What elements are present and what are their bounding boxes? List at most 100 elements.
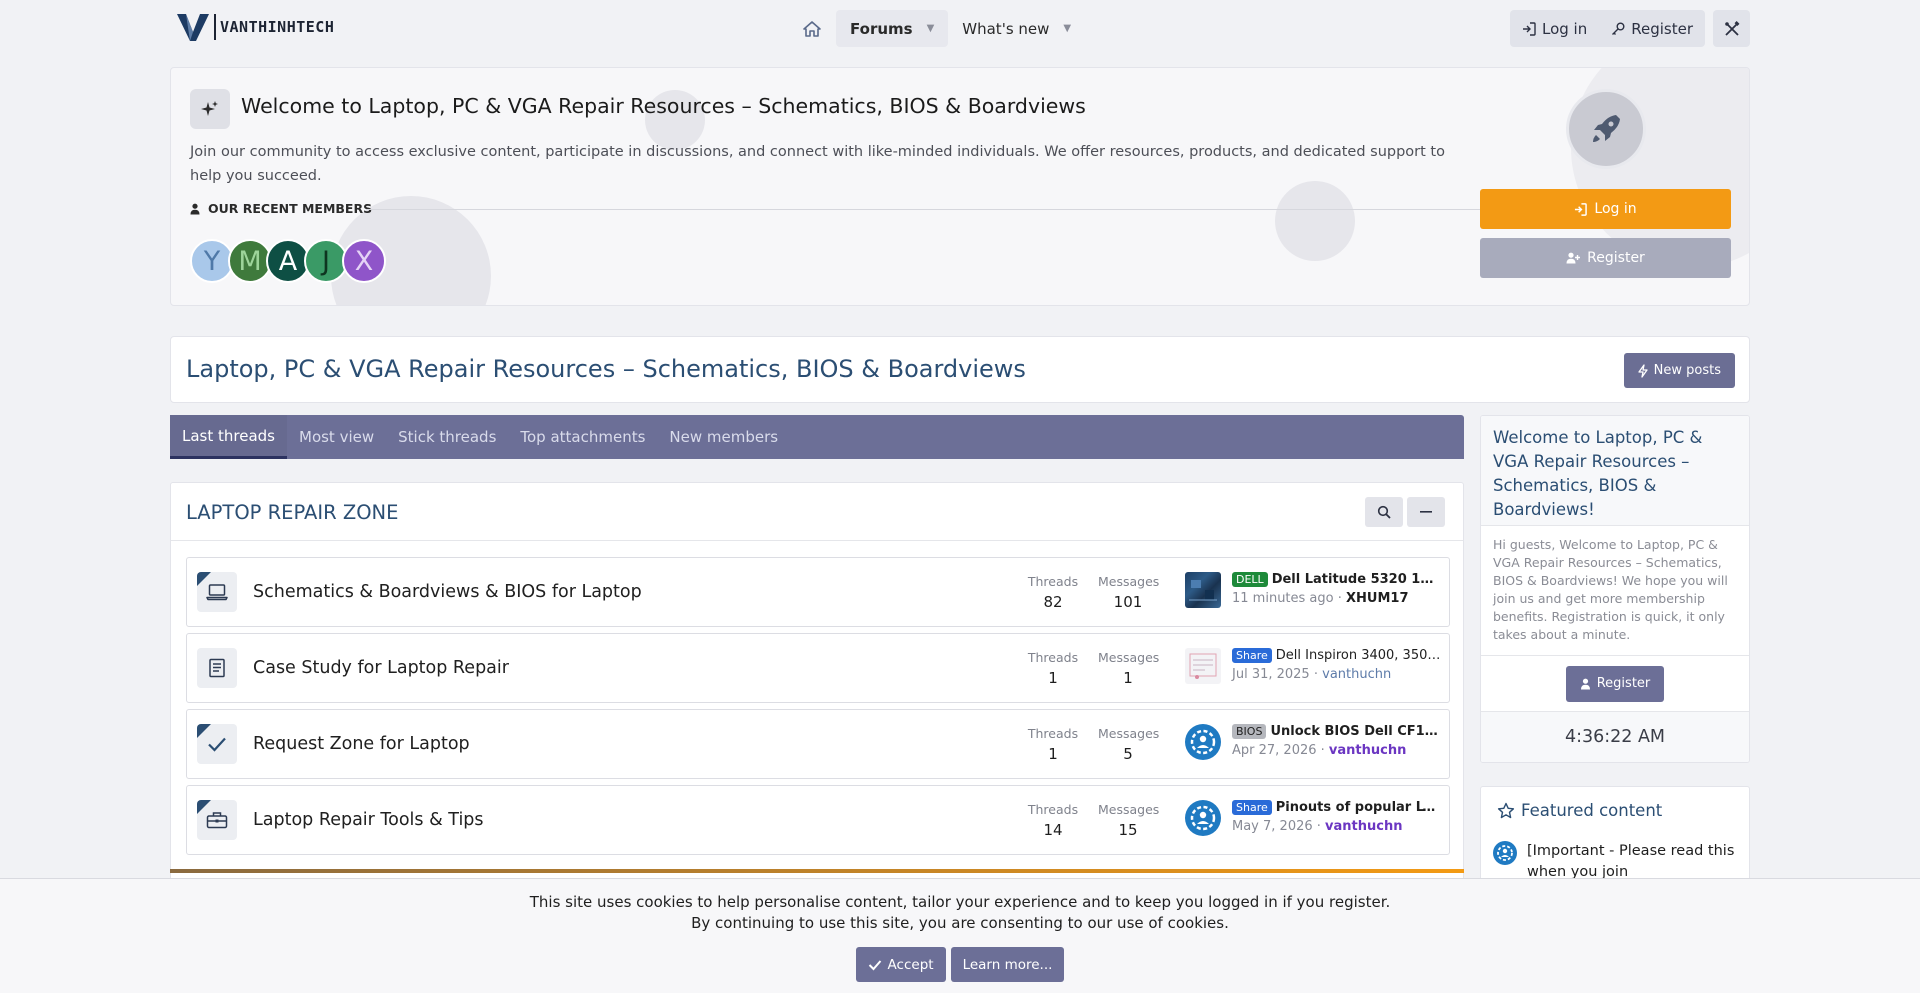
category-collapse-button[interactable] bbox=[1407, 497, 1445, 527]
laptop-icon bbox=[197, 572, 237, 612]
welcome-description: Join our community to access exclusive c… bbox=[190, 144, 1445, 184]
chevron-down-icon[interactable]: ▼ bbox=[1063, 23, 1071, 34]
category-actions bbox=[1365, 497, 1445, 527]
tab-stick-threads[interactable]: Stick threads bbox=[386, 415, 508, 459]
node-messages-stat: Messages 15 bbox=[1098, 802, 1160, 839]
forum-node[interactable]: Case Study for Laptop Repair Threads 1 M… bbox=[186, 633, 1450, 703]
learn-more-button[interactable]: Learn more... bbox=[950, 947, 1065, 982]
node-threads-stat: Threads 1 bbox=[1027, 726, 1079, 763]
page-title-bar: Laptop, PC & VGA Repair Resources – Sche… bbox=[170, 336, 1750, 403]
nav-whats-new-label: What's new bbox=[962, 19, 1050, 38]
banner-register-label: Register bbox=[1587, 250, 1645, 266]
latest-user-link[interactable]: vanthuchn bbox=[1325, 819, 1402, 834]
home-nav-link[interactable] bbox=[796, 10, 828, 47]
featured-heading[interactable]: Featured content bbox=[1481, 787, 1749, 820]
tools-icon bbox=[1724, 20, 1739, 36]
tab-most-view[interactable]: Most view bbox=[287, 415, 386, 459]
latest-thread-link[interactable]: BIOSUnlock BIOS Dell CF1B s... bbox=[1232, 724, 1442, 739]
cookie-notice-text: This site uses cookies to help personali… bbox=[0, 892, 1920, 934]
sidebar-welcome-text: Hi guests, Welcome to Laptop, PC & VGA R… bbox=[1481, 526, 1749, 656]
node-title[interactable]: Schematics & Boardviews & BIOS for Lapto… bbox=[253, 582, 642, 602]
node-threads-stat: Threads 14 bbox=[1027, 802, 1079, 839]
forum-category: LAPTOP REPAIR ZONE Schematics & Boardvie… bbox=[170, 482, 1464, 902]
prefix-badge: Share bbox=[1232, 800, 1272, 815]
divider bbox=[366, 209, 1480, 210]
sidebar-welcome-widget: Welcome to Laptop, PC & VGA Repair Resou… bbox=[1480, 415, 1750, 763]
page-title: Laptop, PC & VGA Repair Resources – Sche… bbox=[186, 355, 1026, 383]
forum-node[interactable]: Request Zone for Laptop Threads 1 Messag… bbox=[186, 709, 1450, 779]
latest-thread-link[interactable]: Share Pinouts of popular LVD... bbox=[1232, 800, 1442, 815]
sidebar-register-row: Register bbox=[1481, 656, 1749, 712]
welcome-title: Welcome to Laptop, PC & VGA Repair Resou… bbox=[241, 94, 1086, 118]
node-threads-stat: Threads 1 bbox=[1027, 650, 1079, 687]
category-title[interactable]: LAPTOP REPAIR ZONE bbox=[186, 501, 398, 524]
latest-thread-meta: 11 minutes ago · XHUM17 bbox=[1232, 591, 1409, 606]
header-account-area: Log in Register bbox=[1510, 10, 1750, 47]
latest-thread-link[interactable]: Share Dell Inspiron 3400, 3500 ... bbox=[1232, 648, 1442, 663]
latest-thread-link[interactable]: DELLDell Latitude 5320 19817... bbox=[1232, 572, 1442, 587]
user-avatar-thumb[interactable] bbox=[1185, 800, 1221, 836]
tab-last-threads[interactable]: Last threads bbox=[170, 415, 287, 459]
node-title[interactable]: Case Study for Laptop Repair bbox=[253, 658, 509, 678]
latest-user-link[interactable]: vanthuchn bbox=[1322, 667, 1391, 682]
user-icon bbox=[190, 203, 200, 214]
style-tools-button[interactable] bbox=[1713, 10, 1750, 47]
node-messages-stat: Messages 1 bbox=[1098, 650, 1160, 687]
cookie-notice: This site uses cookies to help personali… bbox=[0, 878, 1920, 993]
thread-thumbnail[interactable] bbox=[1185, 572, 1221, 608]
forum-node[interactable]: Laptop Repair Tools & Tips Threads 14 Me… bbox=[186, 785, 1450, 855]
banner-login-label: Log in bbox=[1594, 201, 1637, 217]
cookie-line-2: By continuing to use this site, you are … bbox=[691, 914, 1229, 932]
header-register-label: Register bbox=[1631, 19, 1693, 38]
home-icon bbox=[803, 20, 821, 37]
latest-thread-meta: Apr 27, 2026 · vanthuchn bbox=[1232, 743, 1407, 758]
header-register-button[interactable]: Register bbox=[1599, 10, 1705, 47]
avatar[interactable]: X bbox=[342, 239, 386, 283]
sign-in-icon bbox=[1575, 202, 1588, 216]
nav-tab-forums[interactable]: Forums ▼ bbox=[836, 10, 949, 47]
minus-icon bbox=[1420, 511, 1432, 513]
logo-mark-icon bbox=[177, 14, 209, 41]
node-title[interactable]: Request Zone for Laptop bbox=[253, 734, 470, 754]
node-threads-stat: Threads 82 bbox=[1027, 574, 1079, 611]
learn-more-label: Learn more... bbox=[962, 956, 1053, 973]
book-icon bbox=[197, 648, 237, 688]
key-icon bbox=[1612, 22, 1625, 35]
thread-tabs: Last threads Most view Stick threads Top… bbox=[170, 415, 1464, 459]
latest-user-link[interactable]: vanthuchn bbox=[1329, 743, 1406, 758]
featured-item[interactable]: [Important - Please read this when you j… bbox=[1493, 841, 1747, 883]
prefix-badge: DELL bbox=[1232, 572, 1268, 587]
header-login-button[interactable]: Log in bbox=[1510, 10, 1599, 47]
bolt-icon bbox=[1638, 363, 1648, 378]
banner-register-button[interactable]: Register bbox=[1480, 238, 1731, 278]
nav-forums-label: Forums bbox=[850, 19, 913, 38]
site-logo[interactable]: VANTHINHTECH bbox=[176, 12, 334, 42]
new-posts-label: New posts bbox=[1653, 363, 1721, 378]
node-title[interactable]: Laptop Repair Tools & Tips bbox=[253, 810, 484, 830]
header-login-label: Log in bbox=[1542, 19, 1588, 38]
new-posts-button[interactable]: New posts bbox=[1623, 353, 1735, 388]
accept-cookies-button[interactable]: Accept bbox=[855, 947, 946, 982]
sidebar-register-button[interactable]: Register bbox=[1565, 665, 1665, 702]
category-search-button[interactable] bbox=[1365, 497, 1403, 527]
latest-thread-meta: Jul 31, 2025 · vanthuchn bbox=[1232, 667, 1392, 682]
forum-node[interactable]: Schematics & Boardviews & BIOS for Lapto… bbox=[186, 557, 1450, 627]
auth-buttons: Log in Register bbox=[1510, 10, 1705, 47]
banner-login-button[interactable]: Log in bbox=[1480, 189, 1731, 229]
main-nav: Forums ▼ What's new ▼ bbox=[796, 10, 1085, 47]
chevron-down-icon[interactable]: ▼ bbox=[927, 23, 935, 34]
tab-top-attachments[interactable]: Top attachments bbox=[508, 415, 657, 459]
rocket-icon bbox=[1566, 89, 1646, 169]
latest-user-link[interactable]: XHUM17 bbox=[1346, 591, 1409, 606]
category-divider bbox=[170, 869, 1464, 873]
recent-members-label: OUR RECENT MEMBERS bbox=[208, 201, 373, 216]
tab-new-members[interactable]: New members bbox=[657, 415, 790, 459]
nav-tab-whats-new[interactable]: What's new ▼ bbox=[948, 10, 1085, 47]
sign-in-icon bbox=[1523, 21, 1536, 36]
toolbox-icon bbox=[197, 800, 237, 840]
user-avatar-thumb[interactable] bbox=[1185, 724, 1221, 760]
cookie-actions: Accept Learn more... bbox=[0, 947, 1920, 982]
user-avatar-icon bbox=[1493, 841, 1517, 865]
user-plus-icon bbox=[1566, 252, 1581, 264]
thread-thumbnail[interactable] bbox=[1185, 648, 1221, 684]
